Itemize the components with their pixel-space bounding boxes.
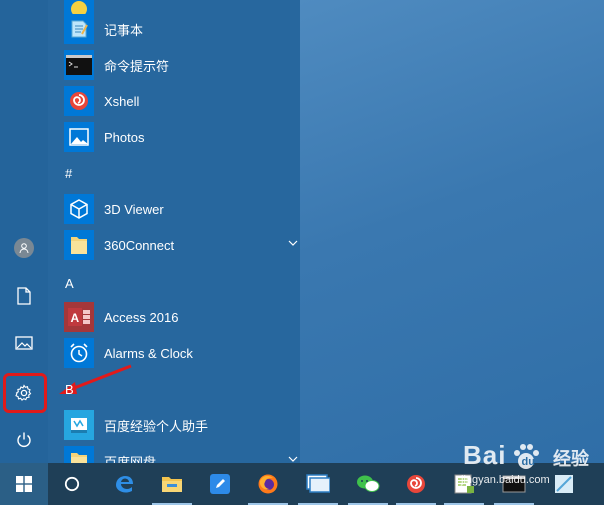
section-header-a[interactable]: A: [65, 276, 74, 291]
app-item-3d-viewer[interactable]: 3D Viewer: [64, 192, 300, 226]
xshell-icon: [407, 475, 425, 493]
app-item-notepad[interactable]: 记事本: [64, 12, 300, 46]
edge-button[interactable]: [100, 463, 148, 505]
xshell-taskbar-button[interactable]: [392, 463, 440, 505]
file-explorer-button[interactable]: [148, 463, 196, 505]
pictures-button[interactable]: [0, 321, 48, 365]
app-label: Xshell: [104, 93, 140, 109]
remote-desktop-button[interactable]: [294, 463, 342, 505]
svg-text:du: du: [522, 456, 535, 468]
app-label: 360Connect: [104, 237, 175, 253]
app-item-photos[interactable]: Photos: [64, 120, 300, 154]
app-label: Access 2016: [104, 309, 179, 325]
command-prompt-icon: [64, 50, 94, 80]
user-icon: [14, 238, 34, 258]
3d-viewer-icon: [64, 194, 94, 224]
app-label: 记事本: [104, 22, 144, 38]
user-account-button[interactable]: [0, 226, 48, 270]
cortana-icon: [64, 476, 80, 492]
pictures-icon: [15, 336, 33, 350]
cortana-button[interactable]: [48, 463, 96, 505]
section-header-b[interactable]: B: [65, 382, 74, 397]
edge-icon: [116, 476, 133, 493]
whiteboard-icon: [210, 474, 230, 494]
start-menu: 记事本 命令提示符 Xshell Photos # 3D Viewer 360C…: [0, 0, 300, 476]
chevron-down-icon[interactable]: [288, 239, 298, 247]
chevron-down-icon[interactable]: [288, 455, 298, 463]
whiteboard-button[interactable]: [196, 463, 244, 505]
wechat-icon: [357, 475, 380, 492]
settings-highlight-box: [3, 373, 47, 413]
app-label: Photos: [104, 129, 145, 145]
baidu-assistant-icon: [64, 410, 94, 440]
app-item-alarms-clock[interactable]: Alarms & Clock: [64, 336, 300, 370]
wechat-button[interactable]: [344, 463, 392, 505]
watermark-brand: Bai: [463, 440, 507, 470]
desktop-background: [300, 0, 604, 463]
xshell-icon: [64, 86, 94, 116]
file-explorer-icon: [162, 477, 182, 492]
app-item-360connect[interactable]: 360Connect: [64, 228, 300, 262]
firefox-button[interactable]: [244, 463, 292, 505]
documents-button[interactable]: [0, 274, 48, 318]
app-item-access[interactable]: A Access 2016: [64, 300, 300, 334]
app-label: 命令提示符: [104, 58, 170, 74]
access-icon: A: [64, 302, 94, 332]
start-button[interactable]: [0, 463, 48, 505]
app-label: 3D Viewer: [104, 201, 164, 217]
app-label: Alarms & Clock: [104, 345, 193, 361]
photos-icon: [64, 122, 94, 152]
section-header-hash[interactable]: #: [65, 166, 72, 181]
folder-icon: [64, 230, 94, 260]
remote-desktop-icon: [306, 474, 330, 493]
firefox-icon: [258, 474, 278, 494]
app-item-command-prompt[interactable]: 命令提示符: [64, 48, 300, 82]
svg-text:A: A: [71, 311, 80, 325]
start-icon: [16, 476, 32, 492]
power-button[interactable]: [0, 418, 48, 462]
app-item-xshell[interactable]: Xshell: [64, 84, 300, 118]
watermark-suffix: 经验: [553, 449, 589, 469]
documents-icon: [17, 287, 31, 305]
watermark-url: jingyan.baidu.com: [461, 474, 550, 486]
power-icon: [17, 432, 31, 447]
app-label: 百度经验个人助手: [104, 418, 209, 434]
baidu-jingyan-watermark: Bai du 经验 jingyan.baidu.com: [455, 440, 604, 500]
alarm-clock-icon: [64, 338, 94, 368]
notepad-icon: [64, 14, 94, 44]
app-item-baidu-assistant[interactable]: 百度经验个人助手: [64, 408, 300, 442]
baidu-paw-icon: du: [514, 444, 539, 469]
